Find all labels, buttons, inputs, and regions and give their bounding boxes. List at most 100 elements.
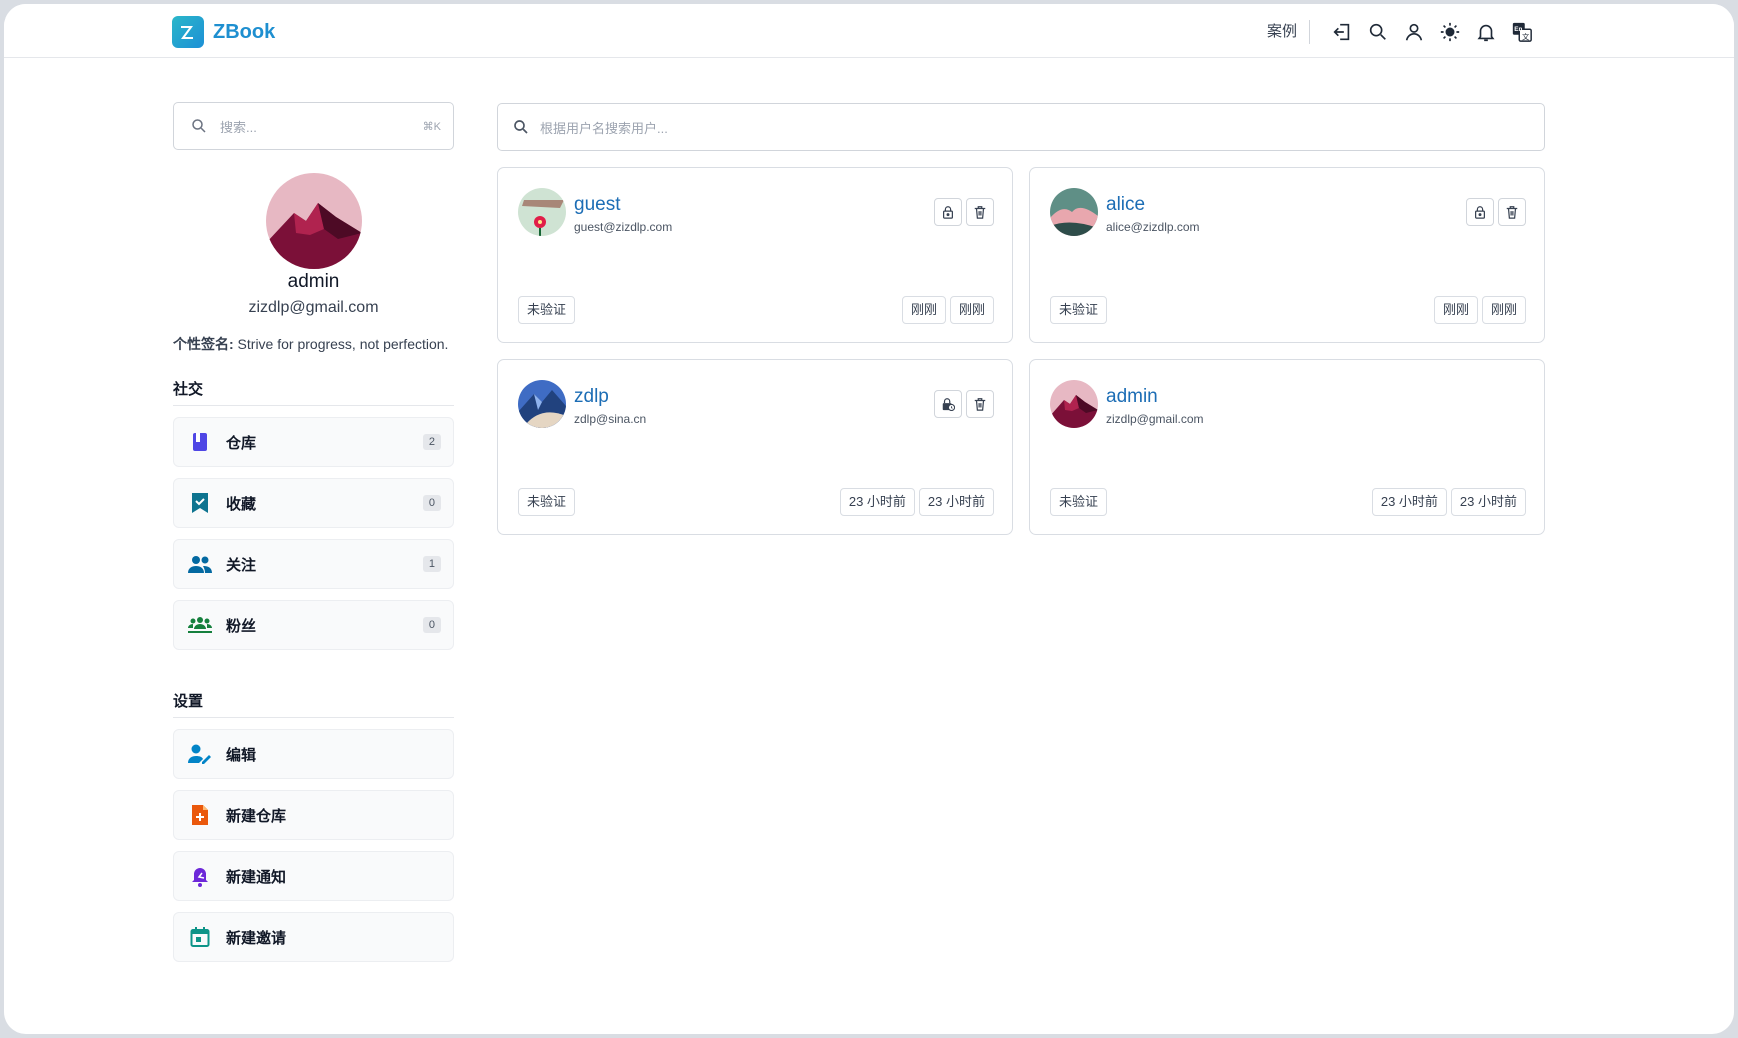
- notify-icon: [188, 864, 212, 888]
- trash-icon: [1506, 206, 1518, 219]
- bio-text: Strive for progress, not perfection.: [233, 336, 449, 352]
- user-name[interactable]: zdlp: [574, 386, 609, 408]
- user-card: admin zizdlp@gmail.com 未验证 23 小时前 23 小时前: [1029, 359, 1545, 535]
- time-badges: 刚刚 刚刚: [901, 296, 994, 324]
- sidebar-item-following[interactable]: 关注 1: [173, 539, 454, 589]
- main-content: 根据用户名搜索用户... guest guest@zizdlp.com 未验证 …: [497, 103, 1545, 537]
- avatar[interactable]: [1050, 188, 1098, 236]
- nav-link-cases[interactable]: 案例: [1267, 20, 1310, 44]
- search-icon: [514, 120, 528, 134]
- app-window: ZBook 案例 En 文 搜索... ⌘K admin zizdlp@gmai…: [4, 4, 1734, 1034]
- sidebar-item-label: 粉丝: [226, 617, 257, 635]
- card-actions: [1466, 198, 1526, 226]
- user-search-input[interactable]: 根据用户名搜索用户...: [497, 103, 1545, 151]
- created-time-badge: 刚刚: [901, 296, 946, 324]
- time-badges: 23 小时前 23 小时前: [1371, 488, 1526, 516]
- lock-icon: [1475, 206, 1485, 219]
- theme-sun-icon[interactable]: [1432, 19, 1468, 45]
- user-email: guest@zizdlp.com: [574, 220, 673, 234]
- user-name[interactable]: alice: [1106, 194, 1145, 216]
- lock-button[interactable]: [934, 390, 962, 418]
- search-icon[interactable]: [1360, 19, 1396, 45]
- brand[interactable]: ZBook: [172, 16, 275, 48]
- sidebar: 搜索... ⌘K admin zizdlp@gmail.com 个性签名: St…: [173, 102, 454, 962]
- user-email: alice@zizdlp.com: [1106, 220, 1200, 234]
- user-name[interactable]: guest: [574, 194, 620, 216]
- sidebar-item-repos[interactable]: 仓库 2: [173, 417, 454, 467]
- lock-icon: [943, 206, 953, 219]
- trash-icon: [974, 398, 986, 411]
- sidebar-item-new-repo[interactable]: 新建仓库: [173, 790, 454, 840]
- lock-button[interactable]: [934, 198, 962, 226]
- user-card-grid: guest guest@zizdlp.com 未验证 刚刚 刚刚 alice a…: [497, 167, 1545, 537]
- updated-time-badge: 刚刚: [949, 296, 994, 324]
- sidebar-item-favorites[interactable]: 收藏 0: [173, 478, 454, 528]
- count-badge: 0: [422, 495, 441, 511]
- created-time-badge: 23 小时前: [839, 488, 915, 516]
- sidebar-item-label: 关注: [226, 556, 257, 574]
- sidebar-item-label: 仓库: [226, 434, 257, 452]
- sidebar-item-new-invitation[interactable]: 新建邀请: [173, 912, 454, 962]
- delete-button[interactable]: [1498, 198, 1526, 226]
- sidebar-item-followers[interactable]: 粉丝 0: [173, 600, 454, 650]
- delete-button[interactable]: [966, 390, 994, 418]
- user-card: guest guest@zizdlp.com 未验证 刚刚 刚刚: [497, 167, 1013, 343]
- sidebar-item-label: 编辑: [226, 746, 257, 764]
- count-badge: 1: [422, 556, 441, 572]
- user-name[interactable]: admin: [1106, 386, 1158, 408]
- svg-text:文: 文: [1522, 32, 1530, 41]
- user-card: zdlp zdlp@sina.cn 未验证 23 小时前 23 小时前: [497, 359, 1013, 535]
- time-badges: 刚刚 刚刚: [1433, 296, 1526, 324]
- delete-button[interactable]: [966, 198, 994, 226]
- status-badge: 未验证: [518, 488, 576, 516]
- section-title-social: 社交: [173, 378, 454, 406]
- avatar[interactable]: [518, 380, 566, 428]
- sidebar-search-input[interactable]: 搜索... ⌘K: [173, 102, 454, 150]
- count-badge: 2: [422, 434, 441, 450]
- search-icon: [192, 119, 206, 133]
- status-badge: 未验证: [518, 296, 576, 324]
- zbook-logo-icon: [172, 16, 204, 48]
- updated-time-badge: 刚刚: [1481, 296, 1526, 324]
- avatar[interactable]: [265, 173, 362, 269]
- sidebar-item-edit[interactable]: 编辑: [173, 729, 454, 779]
- lock-clock-icon: [942, 398, 955, 411]
- user-card: alice alice@zizdlp.com 未验证 刚刚 刚刚: [1029, 167, 1545, 343]
- brand-name: ZBook: [213, 20, 276, 43]
- user-email: zdlp@sina.cn: [574, 412, 647, 426]
- avatar[interactable]: [518, 188, 566, 236]
- book-icon: [188, 430, 212, 454]
- section-title-settings: 设置: [173, 690, 454, 718]
- profile-email: zizdlp@gmail.com: [248, 299, 379, 316]
- file-plus-icon: [188, 803, 212, 827]
- created-time-badge: 23 小时前: [1371, 488, 1447, 516]
- search-placeholder: 搜索...: [220, 119, 257, 135]
- time-badges: 23 小时前 23 小时前: [839, 488, 994, 516]
- user-icon[interactable]: [1396, 19, 1432, 45]
- trash-icon: [974, 206, 986, 219]
- count-badge: 0: [422, 617, 441, 633]
- search-placeholder: 根据用户名搜索用户...: [540, 120, 668, 136]
- profile-username: admin: [287, 271, 340, 292]
- nav-actions: 案例 En 文: [1267, 19, 1540, 45]
- translate-icon[interactable]: En 文: [1504, 19, 1540, 45]
- updated-time-badge: 23 小时前: [1450, 488, 1526, 516]
- bell-icon[interactable]: [1468, 19, 1504, 45]
- group-icon: [188, 613, 212, 637]
- updated-time-badge: 23 小时前: [918, 488, 994, 516]
- bio-label: 个性签名:: [173, 336, 234, 352]
- profile-bio: 个性签名: Strive for progress, not perfectio…: [173, 334, 454, 354]
- card-actions: [934, 390, 994, 418]
- lock-button[interactable]: [1466, 198, 1494, 226]
- user-edit-icon: [188, 742, 212, 766]
- status-badge: 未验证: [1050, 488, 1108, 516]
- card-actions: [934, 198, 994, 226]
- avatar[interactable]: [1050, 380, 1098, 428]
- logout-icon[interactable]: [1324, 19, 1360, 45]
- sidebar-item-label: 新建仓库: [226, 807, 287, 825]
- sidebar-item-label: 新建通知: [226, 868, 287, 886]
- sidebar-item-label: 新建邀请: [226, 929, 287, 947]
- users-icon: [188, 552, 212, 576]
- sidebar-item-new-notification[interactable]: 新建通知: [173, 851, 454, 901]
- calendar-icon: [188, 925, 212, 949]
